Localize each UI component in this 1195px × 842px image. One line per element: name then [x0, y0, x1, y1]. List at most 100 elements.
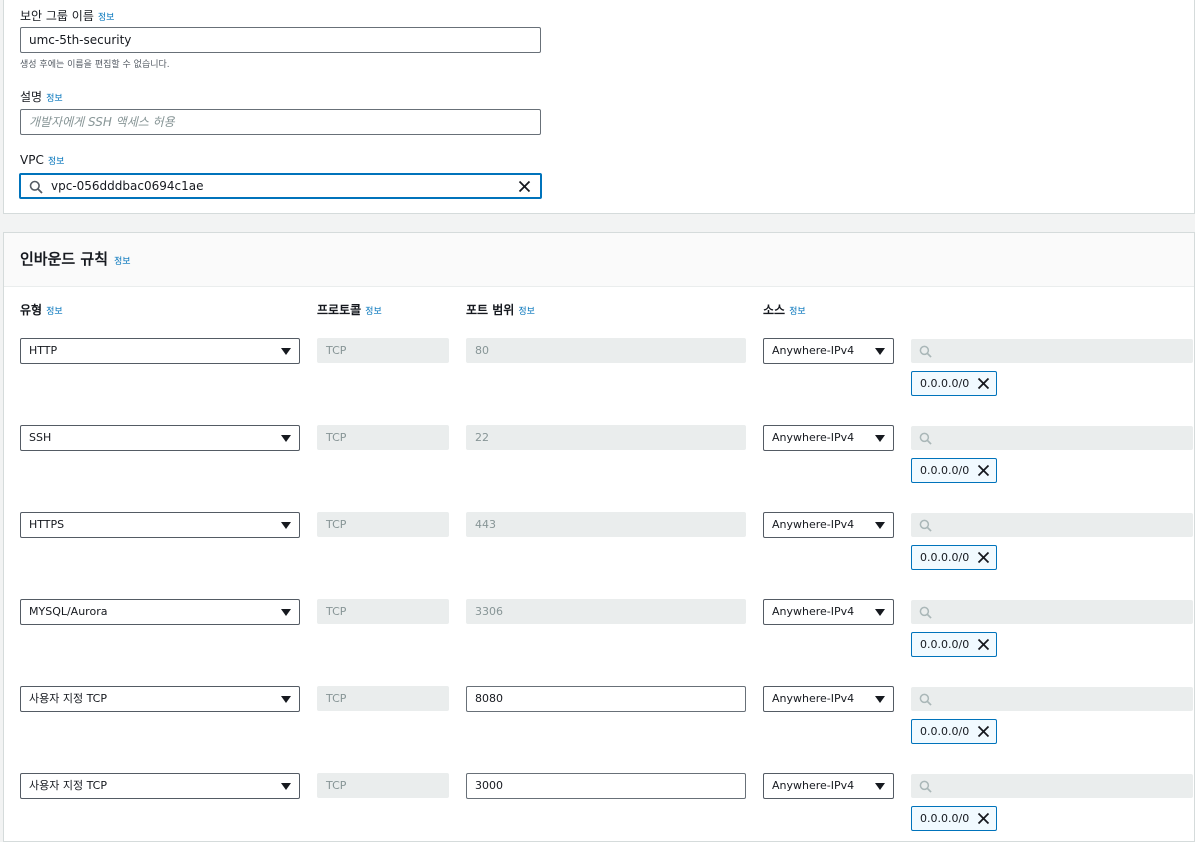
rule-source-select[interactable]: Anywhere-IPv4	[763, 686, 894, 712]
name-hint: 생성 후에는 이름을 편집할 수 없습니다.	[20, 60, 170, 70]
rule-type-select[interactable]: HTTPS	[20, 512, 300, 538]
source-cidr-search[interactable]	[911, 426, 1193, 450]
vpc-value: vpc-056dddbac0694c1ae	[51, 179, 204, 193]
caret-down-icon	[875, 783, 885, 790]
rule-port: 443	[466, 512, 746, 537]
vpc-label-row: VPC 정보	[20, 153, 64, 167]
col-type-header: 유형 정보	[20, 301, 63, 318]
cidr-value: 0.0.0.0/0	[920, 725, 970, 738]
name-value: umc-5th-security	[29, 33, 132, 47]
col-protocol-header: 프로토콜 정보	[317, 301, 382, 318]
rule-source-value: Anywhere-IPv4	[772, 692, 855, 705]
cidr-value: 0.0.0.0/0	[920, 812, 970, 825]
source-cidr-search[interactable]	[911, 774, 1193, 798]
rule-type-select[interactable]: 사용자 지정 TCP	[20, 686, 300, 712]
source-cidr-search[interactable]	[911, 600, 1193, 624]
name-info-link[interactable]: 정보	[98, 13, 115, 23]
cidr-token: 0.0.0.0/0	[911, 545, 997, 570]
rule-port-value: 8080	[475, 692, 503, 705]
caret-down-icon	[281, 348, 291, 355]
col-protocol-info[interactable]: 정보	[365, 307, 382, 317]
clear-icon[interactable]	[518, 180, 531, 193]
name-label-row: 보안 그룹 이름 정보	[20, 7, 114, 24]
rule-source-select[interactable]: Anywhere-IPv4	[763, 512, 894, 538]
rule-type-select[interactable]: SSH	[20, 425, 300, 451]
rule-source-select[interactable]: Anywhere-IPv4	[763, 338, 894, 364]
col-port-label: 포트 범위	[466, 303, 515, 317]
search-icon	[919, 345, 932, 358]
rule-type-value: 사용자 지정 TCP	[29, 692, 107, 705]
caret-down-icon	[875, 609, 885, 616]
rule-port: 3306	[466, 599, 746, 624]
name-label: 보안 그룹 이름	[20, 9, 94, 23]
rule-protocol: TCP	[317, 512, 449, 537]
cidr-token: 0.0.0.0/0	[911, 632, 997, 657]
cidr-token: 0.0.0.0/0	[911, 806, 997, 831]
search-icon	[919, 606, 932, 619]
rule-protocol: TCP	[317, 773, 449, 798]
caret-down-icon	[281, 609, 291, 616]
rule-type-value: HTTP	[29, 344, 58, 357]
cidr-token: 0.0.0.0/0	[911, 371, 997, 396]
desc-info-link[interactable]: 정보	[46, 94, 63, 104]
remove-icon[interactable]	[977, 638, 990, 651]
description-input[interactable]: 개발자에게 SSH 액세스 허용	[20, 109, 541, 135]
col-type-info[interactable]: 정보	[46, 307, 63, 317]
search-icon	[919, 780, 932, 793]
vpc-search-input[interactable]: vpc-056dddbac0694c1ae	[19, 173, 542, 199]
vpc-label: VPC	[20, 153, 44, 167]
remove-icon[interactable]	[977, 377, 990, 390]
rule-source-select[interactable]: Anywhere-IPv4	[763, 425, 894, 451]
col-port-header: 포트 범위 정보	[466, 301, 535, 318]
col-port-info[interactable]: 정보	[518, 307, 535, 317]
inbound-title: 인바운드 규칙	[20, 250, 109, 268]
remove-icon[interactable]	[977, 464, 990, 477]
caret-down-icon	[875, 522, 885, 529]
vpc-info-link[interactable]: 정보	[48, 157, 65, 167]
cidr-value: 0.0.0.0/0	[920, 377, 970, 390]
security-group-name-input[interactable]: umc-5th-security	[20, 27, 541, 53]
rule-type-select[interactable]: HTTP	[20, 338, 300, 364]
remove-icon[interactable]	[977, 812, 990, 825]
rule-source-value: Anywhere-IPv4	[772, 518, 855, 531]
col-type-label: 유형	[20, 303, 43, 317]
source-cidr-search[interactable]	[911, 687, 1193, 711]
rule-source-value: Anywhere-IPv4	[772, 344, 855, 357]
rule-protocol: TCP	[317, 338, 449, 363]
search-icon	[919, 519, 932, 532]
remove-icon[interactable]	[977, 725, 990, 738]
rule-protocol: TCP	[317, 425, 449, 450]
source-cidr-search[interactable]	[911, 513, 1193, 537]
rule-type-value: SSH	[29, 431, 52, 444]
cidr-value: 0.0.0.0/0	[920, 464, 970, 477]
caret-down-icon	[875, 348, 885, 355]
rule-source-select[interactable]: Anywhere-IPv4	[763, 773, 894, 799]
search-icon	[919, 693, 932, 706]
inbound-info-link[interactable]: 정보	[114, 257, 131, 267]
rule-protocol: TCP	[317, 599, 449, 624]
rule-source-select[interactable]: Anywhere-IPv4	[763, 599, 894, 625]
rule-port-input[interactable]: 8080	[466, 686, 746, 712]
search-icon	[919, 432, 932, 445]
rule-port: 80	[466, 338, 746, 363]
search-icon	[29, 180, 43, 194]
cidr-value: 0.0.0.0/0	[920, 551, 970, 564]
desc-placeholder: 개발자에게 SSH 액세스 허용	[29, 115, 175, 129]
source-cidr-search[interactable]	[911, 339, 1193, 363]
rule-port-value: 3000	[475, 779, 503, 792]
rule-source-value: Anywhere-IPv4	[772, 605, 855, 618]
caret-down-icon	[875, 696, 885, 703]
rule-type-value: 사용자 지정 TCP	[29, 779, 107, 792]
col-protocol-label: 프로토콜	[317, 303, 362, 317]
rule-port: 22	[466, 425, 746, 450]
rule-type-select[interactable]: MYSQL/Aurora	[20, 599, 300, 625]
caret-down-icon	[281, 696, 291, 703]
rule-source-value: Anywhere-IPv4	[772, 779, 855, 792]
rule-type-value: MYSQL/Aurora	[29, 605, 108, 618]
remove-icon[interactable]	[977, 551, 990, 564]
rule-port-input[interactable]: 3000	[466, 773, 746, 799]
rule-type-select[interactable]: 사용자 지정 TCP	[20, 773, 300, 799]
caret-down-icon	[281, 522, 291, 529]
col-source-label: 소스	[763, 303, 786, 317]
col-source-info[interactable]: 정보	[789, 307, 806, 317]
